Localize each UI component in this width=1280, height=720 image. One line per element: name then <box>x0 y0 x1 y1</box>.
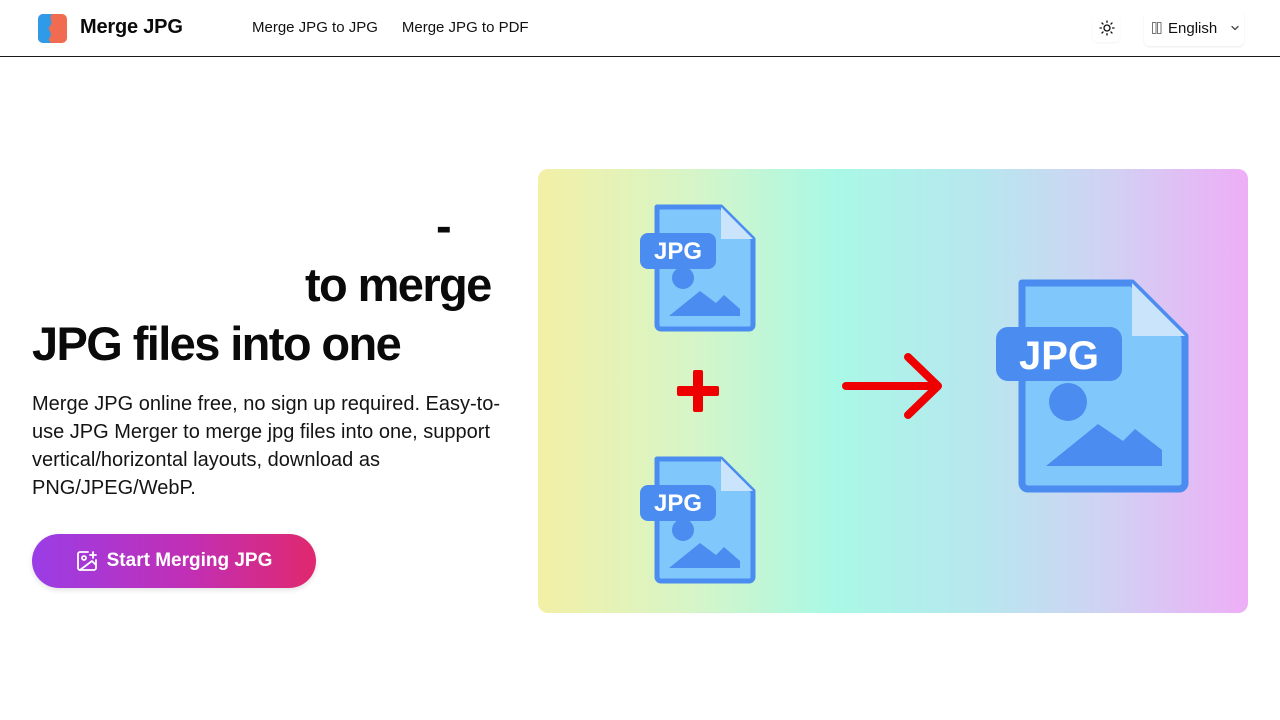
hero-title-line-1: - <box>436 199 452 252</box>
hero-title-line-2: to merge <box>305 258 492 311</box>
jpg-file-icon-top: JPG <box>640 204 756 332</box>
image-plus-icon <box>76 551 97 571</box>
jpg-file-icon-bottom: JPG <box>640 456 756 584</box>
hero-title: - to merge JPG files into one <box>32 196 512 373</box>
start-merging-label: Start Merging JPG <box>106 550 273 571</box>
chevron-down-icon <box>1229 22 1241 34</box>
jpg-label-bottom: JPG <box>654 490 702 517</box>
logo-icon[interactable] <box>38 14 67 43</box>
brand-name[interactable]: Merge JPG <box>80 16 183 39</box>
nav-merge-jpg-to-jpg[interactable]: Merge JPG to JPG <box>252 19 378 36</box>
theme-toggle-button[interactable] <box>1093 14 1120 42</box>
start-merging-button[interactable]: Start Merging JPG <box>32 534 316 588</box>
top-header: Merge JPG Merge JPG to JPG Merge JPG to … <box>0 0 1280 57</box>
language-label: English <box>1168 19 1218 37</box>
hero-title-line-3: JPG files into one <box>32 317 402 370</box>
plus-icon <box>677 370 719 412</box>
jpg-file-icon-large: JPG <box>996 279 1189 493</box>
hero-description: Merge JPG online free, no sign up requir… <box>32 393 501 499</box>
nav-merge-jpg-to-pdf[interactable]: Merge JPG to PDF <box>402 19 529 36</box>
main-nav: Merge JPG to JPG Merge JPG to PDF <box>252 19 529 36</box>
language-select[interactable]: English <box>1144 10 1244 46</box>
jpg-label-top: JPG <box>654 238 702 265</box>
sun-icon <box>1098 20 1115 36</box>
arrow-right-icon <box>842 353 942 419</box>
jpg-label-large: JPG <box>1019 334 1099 378</box>
merge-illustration: JPG JPG JPG <box>538 169 1248 613</box>
flag-icon <box>1152 22 1162 34</box>
